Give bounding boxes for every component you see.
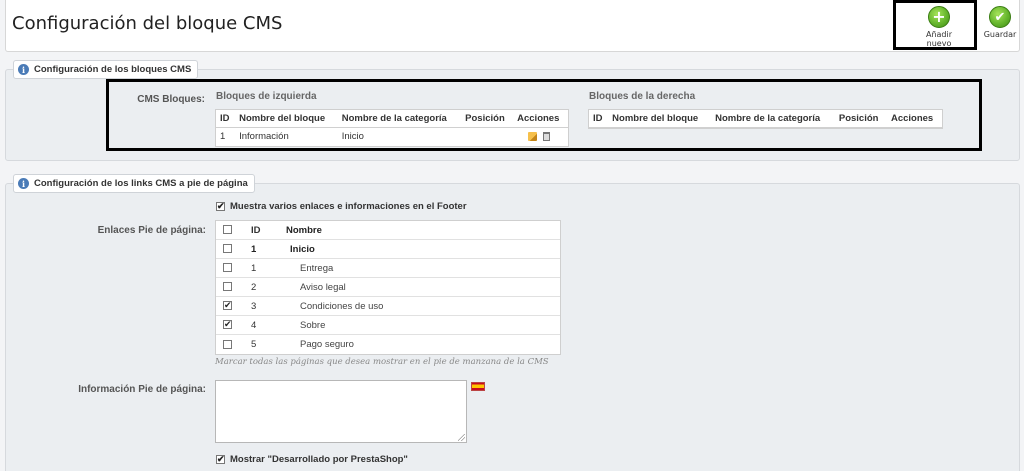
table-row: 2 Aviso legal [216,278,560,297]
show-links-checkbox[interactable] [216,200,225,212]
footer-links-label: Enlaces Pie de página: [97,225,206,236]
info-icon: i [18,64,29,75]
select-all-checkbox[interactable] [223,225,232,235]
row-checkbox[interactable] [223,263,232,273]
row-checkbox[interactable] [223,282,232,292]
table-row: 5 Pago seguro [216,335,560,354]
table-row: 3 Condiciones de uso [216,297,560,316]
save-label: Guardar [983,30,1017,39]
row-name: Sobre [300,319,326,331]
add-new-highlight-box [893,0,977,50]
page-header: Configuración del bloque CMS [5,0,1020,52]
footer-info-label: Información Pie de página: [78,384,206,395]
row-id: 3 [251,300,257,312]
col-name: Nombre [286,224,322,236]
powered-by-label: Mostrar "Desarrollado por PrestaShop" [230,454,408,465]
row-name: Entrega [300,262,334,274]
row-id: 5 [251,339,257,350]
footer-links-legend-text: Configuración de los links CMS a pie de … [34,178,248,189]
footer-links-header-row: ID Nombre [216,221,560,240]
footer-info-textarea[interactable] [215,380,467,443]
cms-blocks-highlight-box [106,79,982,151]
cms-blocks-legend-text: Configuración de los bloques CMS [34,64,192,75]
row-id: 1 [251,262,257,274]
show-links-option[interactable]: Muestra varios enlaces e informaciones e… [216,200,467,212]
footer-links-table: ID Nombre 1 Inicio 1 Entrega 2 Aviso leg… [215,220,561,355]
save-button[interactable]: ✔ Guardar [982,6,1018,39]
row-checkbox[interactable] [223,318,232,330]
table-row: 4 Sobre [216,316,560,335]
footer-links-legend: i Configuración de los links CMS a pie d… [13,174,255,193]
row-id: 1 [251,243,257,255]
table-row: 1 Entrega [216,259,560,278]
row-name: Aviso legal [300,281,346,293]
row-checkbox[interactable] [223,244,232,254]
show-links-label: Muestra varios enlaces e informaciones e… [230,201,467,212]
cms-blocks-legend: i Configuración de los bloques CMS [13,60,199,79]
row-checkbox[interactable] [223,339,232,349]
footer-links-hint: Marcar todas las páginas que desea mostr… [215,357,549,367]
spain-flag-icon[interactable] [471,382,485,391]
checkmark-icon: ✔ [989,6,1011,28]
powered-by-option[interactable]: Mostrar "Desarrollado por PrestaShop" [216,453,408,465]
col-id: ID [251,224,261,236]
row-id: 2 [251,281,257,293]
row-name: Condiciones de uso [300,300,384,312]
row-name: Inicio [290,243,315,255]
resize-grip-icon[interactable] [458,434,465,441]
row-id: 4 [251,319,257,331]
row-checkbox[interactable] [223,299,232,311]
table-row: 1 Inicio [216,240,560,259]
page-title: Configuración del bloque CMS [12,13,283,34]
info-icon: i [18,178,29,189]
row-name: Pago seguro [300,339,354,350]
powered-by-checkbox[interactable] [216,453,225,465]
